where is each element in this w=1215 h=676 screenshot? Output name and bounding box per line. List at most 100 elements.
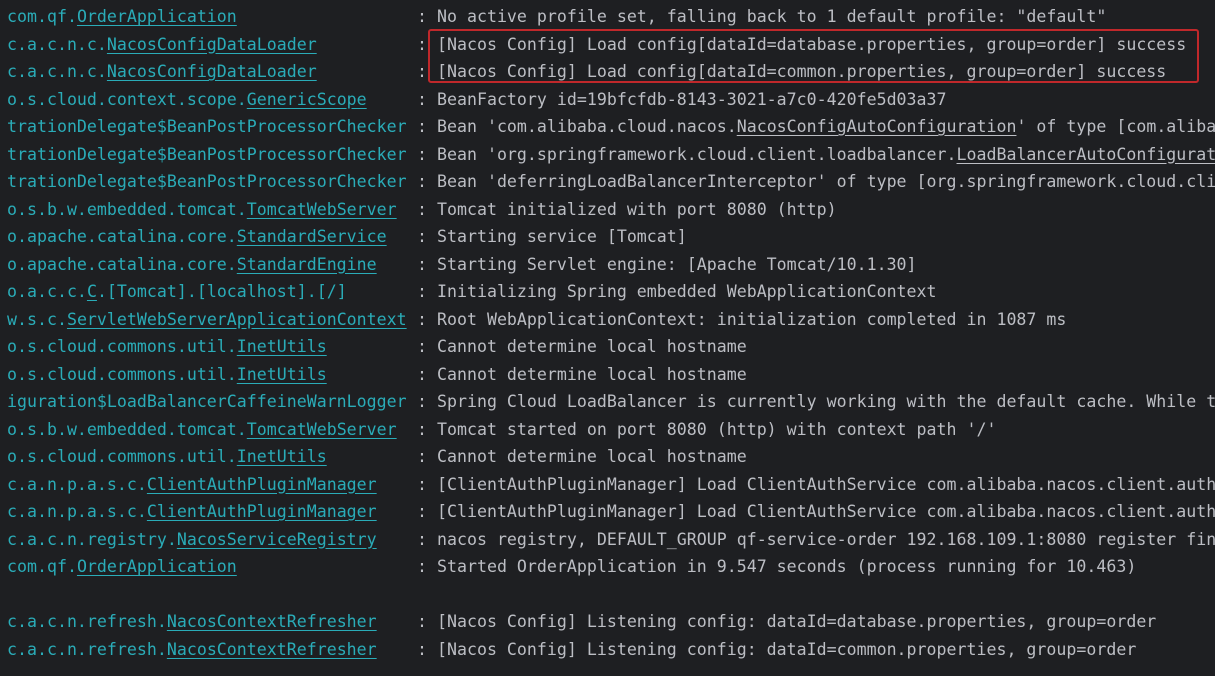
logger-package: w.s.c.	[7, 309, 67, 329]
log-message: Starting Servlet engine: [Apache Tomcat/…	[437, 251, 917, 278]
logger-package: o.s.b.w.embedded.tomcat.	[7, 199, 247, 219]
log-message: Initializing Spring embedded WebApplicat…	[437, 278, 937, 305]
logger-name: com.qf.OrderApplication	[7, 553, 237, 580]
log-message-text: Bean 'org.springframework.cloud.client.l…	[437, 144, 957, 164]
logger-class-link[interactable]: ClientAuthPluginManager	[147, 475, 377, 494]
separator: :	[417, 502, 427, 521]
logger-package: trationDelegate$BeanPostProcessorChecker	[7, 117, 407, 136]
log-line: c.a.c.n.c.NacosConfigDataLoader: [Nacos C…	[0, 31, 1215, 58]
separator: :	[417, 639, 427, 659]
logger-name: c.a.n.p.a.s.c.ClientAuthPluginManager	[7, 498, 377, 525]
log-line: o.s.cloud.commons.util.InetUtils: Cannot …	[0, 333, 1215, 360]
logger-name: c.a.c.n.registry.NacosServiceRegistry	[7, 526, 377, 553]
log-message: Starting service [Tomcat]	[437, 223, 687, 250]
logger-class-link[interactable]: InetUtils	[237, 447, 327, 466]
separator: :	[417, 254, 427, 274]
log-message-text: [ClientAuthPluginManager] Load ClientAut…	[437, 474, 1215, 494]
logger-class-link[interactable]: TomcatWebServer	[247, 200, 397, 219]
logger-package: c.a.c.n.c.	[7, 34, 107, 54]
logger-class-link[interactable]: StandardEngine	[237, 255, 377, 274]
log-line: o.apache.catalina.core.StandardService: S…	[0, 223, 1215, 250]
log-message-text: Initializing Spring embedded WebApplicat…	[437, 282, 937, 301]
log-message-text-tail: ' of type [com.aliba	[1016, 117, 1215, 136]
log-message-text: [ClientAuthPluginManager] Load ClientAut…	[437, 502, 1215, 521]
logger-package: c.a.n.p.a.s.c.	[7, 474, 147, 494]
logger-class-link[interactable]: InetUtils	[237, 365, 327, 384]
logger-name: c.a.c.n.c.NacosConfigDataLoader	[7, 58, 317, 85]
log-message: No active profile set, falling back to 1…	[437, 3, 1106, 30]
log-message-text: Bean 'deferringLoadBalancerInterceptor' …	[437, 172, 1215, 191]
log-message-text: nacos registry, DEFAULT_GROUP qf-service…	[437, 529, 1215, 549]
logger-class-link[interactable]: OrderApplication	[77, 557, 237, 576]
logger-package: c.a.n.p.a.s.c.	[7, 502, 147, 521]
log-line: c.a.c.n.registry.NacosServiceRegistry: na…	[0, 526, 1215, 553]
logger-class-link[interactable]: TomcatWebServer	[247, 420, 397, 439]
logger-name: o.apache.catalina.core.StandardService	[7, 223, 387, 250]
log-message-text: Started OrderApplication in 9.547 second…	[437, 557, 1137, 576]
separator: :	[417, 144, 427, 164]
logger-class-link[interactable]: ClientAuthPluginManager	[147, 502, 377, 521]
logger-class-link[interactable]: NacosContextRefresher	[167, 612, 377, 631]
log-message-text: Spring Cloud LoadBalancer is currently w…	[437, 392, 1215, 411]
logger-name: com.qf.OrderApplication	[7, 3, 237, 30]
log-line: c.a.c.n.refresh.NacosContextRefresher: [N…	[0, 608, 1215, 635]
logger-class-link[interactable]: C	[87, 282, 97, 301]
log-message-text: [Nacos Config] Load config[dataId=databa…	[437, 34, 1187, 54]
log-message-text: Root WebApplicationContext: initializati…	[437, 309, 1067, 329]
logger-class-link[interactable]: NacosConfigDataLoader	[107, 62, 317, 81]
separator: :	[417, 7, 427, 26]
log-message-text: Cannot determine local hostname	[437, 337, 747, 356]
log-line: trationDelegate$BeanPostProcessorChecker…	[0, 168, 1215, 195]
console-output-panel: com.qf.OrderApplication: No active profil…	[0, 0, 1215, 676]
logger-class-link[interactable]: InetUtils	[237, 337, 327, 356]
logger-class-link[interactable]: ServletWebServerApplicationContext	[67, 310, 407, 329]
log-message-class-link[interactable]: LoadBalancerAutoConfigurat	[957, 145, 1215, 164]
log-line: o.s.cloud.context.scope.GenericScope: Bea…	[0, 86, 1215, 113]
log-message-text: Tomcat started on port 8080 (http) with …	[437, 419, 997, 439]
separator: :	[417, 337, 427, 356]
log-message: [Nacos Config] Load config[dataId=databa…	[437, 31, 1186, 58]
log-message-text: Starting Servlet engine: [Apache Tomcat/…	[437, 254, 917, 274]
logger-package: o.s.cloud.commons.util.	[7, 364, 237, 384]
logger-name: o.a.c.c.C.[Tomcat].[localhost].[/]	[7, 278, 347, 305]
separator: :	[417, 612, 427, 631]
separator: :	[417, 529, 427, 549]
separator: :	[417, 447, 427, 466]
log-message: Tomcat started on port 8080 (http) with …	[437, 416, 996, 443]
log-line: c.a.n.p.a.s.c.ClientAuthPluginManager: [C…	[0, 498, 1215, 525]
logger-class-link[interactable]: OrderApplication	[77, 7, 237, 26]
logger-package: o.apache.catalina.core.	[7, 227, 237, 246]
logger-package: c.a.c.n.refresh.	[7, 612, 167, 631]
log-message-text: Cannot determine local hostname	[437, 364, 747, 384]
logger-class-link[interactable]: StandardService	[237, 227, 387, 246]
logger-class-link[interactable]: NacosConfigDataLoader	[107, 35, 317, 54]
separator: :	[417, 364, 427, 384]
logger-class-link[interactable]: NacosServiceRegistry	[177, 530, 377, 549]
logger-suffix: .[Tomcat].[localhost].[/]	[96, 282, 347, 301]
separator: :	[417, 392, 427, 411]
logger-name: c.a.c.n.c.NacosConfigDataLoader	[7, 31, 317, 58]
logger-class-link[interactable]: GenericScope	[247, 90, 367, 109]
logger-name: c.a.c.n.refresh.NacosContextRefresher	[7, 636, 377, 663]
log-message: [ClientAuthPluginManager] Load ClientAut…	[437, 498, 1215, 525]
log-message: Bean 'com.alibaba.cloud.nacos.NacosConfi…	[437, 113, 1215, 140]
log-message: [Nacos Config] Load config[dataId=common…	[437, 58, 1166, 85]
separator: :	[417, 62, 427, 81]
log-message: nacos registry, DEFAULT_GROUP qf-service…	[437, 526, 1215, 553]
logger-name: o.s.b.w.embedded.tomcat.TomcatWebServer	[7, 196, 397, 223]
separator: :	[417, 282, 427, 301]
log-line: iguration$LoadBalancerCaffeineWarnLogger…	[0, 388, 1215, 415]
logger-name: o.s.cloud.context.scope.GenericScope	[7, 86, 367, 113]
logger-package: o.s.cloud.commons.util.	[7, 447, 237, 466]
log-message: Root WebApplicationContext: initializati…	[437, 306, 1066, 333]
log-message: [ClientAuthPluginManager] Load ClientAut…	[437, 471, 1215, 498]
log-message-text: Cannot determine local hostname	[437, 447, 747, 466]
separator: :	[417, 227, 427, 246]
logger-class-link[interactable]: NacosContextRefresher	[167, 640, 377, 659]
log-message: Tomcat initialized with port 8080 (http)	[437, 196, 837, 223]
log-message-class-link[interactable]: NacosConfigAutoConfiguration	[737, 117, 1017, 136]
log-message-text: [Nacos Config] Listening config: dataId=…	[437, 612, 1157, 631]
separator: :	[417, 172, 427, 191]
log-message-text: [Nacos Config] Load config[dataId=common…	[437, 62, 1167, 81]
